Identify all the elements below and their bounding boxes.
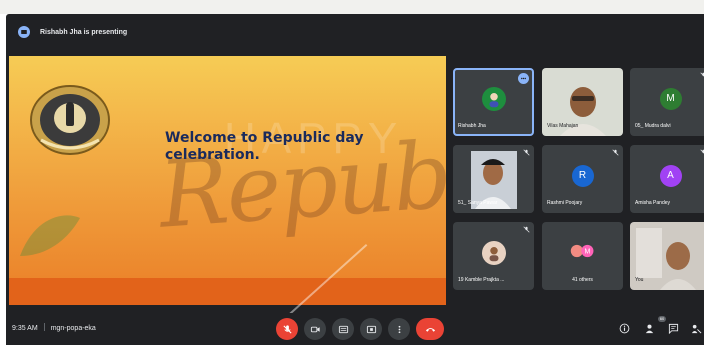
- slide-footer-band: [9, 278, 446, 305]
- mic-off-icon: [612, 149, 619, 156]
- mic-off-icon: [523, 226, 530, 233]
- people-icon: [645, 324, 653, 333]
- google-meet-window: Rishabh Jha is presenting HAPPY Republic…: [6, 14, 704, 345]
- participant-tile[interactable]: 19 Kamble Prajkta ...: [453, 222, 534, 290]
- mic-off-icon: [282, 324, 292, 334]
- call-end-icon: [425, 327, 435, 332]
- captions-button[interactable]: [332, 318, 354, 340]
- present-now-button[interactable]: [360, 318, 382, 340]
- presenting-label: Rishabh Jha is presenting: [40, 28, 128, 36]
- captions-icon: [338, 325, 348, 333]
- svg-text:M: M: [584, 248, 590, 255]
- participant-tile[interactable]: Rishabh Jha: [453, 68, 534, 136]
- clock-time: 9:35 AM: [12, 325, 38, 332]
- participant-tile[interactable]: A Amisha Pandey: [630, 145, 704, 213]
- headline-line-1: Welcome to Republic day: [165, 130, 364, 146]
- chat-button[interactable]: [667, 322, 679, 334]
- avatar: R: [571, 164, 594, 187]
- participant-tile[interactable]: 51_ Sanya Pawar: [453, 145, 534, 213]
- presenting-banner: Rishabh Jha is presenting: [6, 14, 704, 50]
- others-avatars: M: [566, 240, 600, 262]
- avatar: [481, 240, 506, 265]
- shared-screen[interactable]: HAPPY Republic Welcome to Republic day c…: [9, 56, 446, 305]
- videocam-icon: [310, 326, 320, 332]
- participant-name: Vilas Mahajan: [547, 123, 579, 129]
- present-to-all-icon: [366, 325, 376, 333]
- mic-toggle-button[interactable]: [276, 318, 298, 340]
- participant-tile[interactable]: R Rashmi Poojary: [542, 145, 623, 213]
- screen-photo: Rishabh Jha is presenting HAPPY Republic…: [0, 0, 704, 345]
- participant-count-badge: 60: [658, 316, 666, 322]
- avatar: A: [659, 164, 682, 187]
- participant-name: 19 Kamble Prajkta ...: [458, 277, 505, 283]
- mic-off-icon: [700, 149, 704, 154]
- mic-off-icon: [700, 72, 704, 77]
- leaf-decoration: [20, 215, 80, 256]
- chat-icon: [668, 323, 678, 334]
- slide-headline: Welcome to Republic day celebration.: [165, 130, 405, 164]
- meeting-details-button[interactable]: [618, 322, 630, 334]
- activities-icon: [691, 324, 701, 333]
- meeting-controls-bar: 9:35 AM mgn-popa-eka 60: [6, 313, 704, 345]
- more-options-icon[interactable]: [518, 73, 529, 84]
- meeting-code: mgn-popa-eka: [50, 325, 96, 332]
- activities-button[interactable]: [690, 322, 702, 334]
- school-logo: [30, 85, 110, 155]
- participants-button[interactable]: [643, 322, 655, 334]
- participant-tile[interactable]: You: [630, 222, 704, 290]
- participant-name: 05_ Mudra dalvi: [635, 123, 671, 129]
- present-screen-icon: [18, 26, 30, 38]
- participant-name: 41 others: [572, 277, 593, 283]
- participant-tile[interactable]: M 05_ Mudra dalvi: [630, 68, 704, 136]
- others-tile[interactable]: M 41 others: [542, 222, 623, 290]
- participant-name: 51_ Sanya Pawar: [458, 200, 498, 206]
- meeting-info: 9:35 AM mgn-popa-eka: [12, 323, 96, 332]
- info-icon: [619, 323, 629, 333]
- participant-name: Rishabh Jha: [458, 123, 486, 129]
- participant-tile[interactable]: Vilas Mahajan: [542, 68, 623, 136]
- more-vert-icon: [398, 325, 400, 333]
- participant-name: Amisha Pandey: [635, 200, 671, 206]
- avatar: [481, 86, 506, 111]
- participant-name: You: [635, 277, 644, 283]
- background-wall: [0, 0, 704, 14]
- more-options-button[interactable]: [388, 318, 410, 340]
- divider: [43, 323, 45, 331]
- leave-call-button[interactable]: [416, 318, 444, 340]
- camera-toggle-button[interactable]: [304, 318, 326, 340]
- avatar: M: [659, 87, 682, 110]
- participant-name: Rashmi Poojary: [547, 200, 583, 206]
- mic-off-icon: [523, 149, 530, 156]
- headline-line-2: celebration.: [165, 147, 260, 163]
